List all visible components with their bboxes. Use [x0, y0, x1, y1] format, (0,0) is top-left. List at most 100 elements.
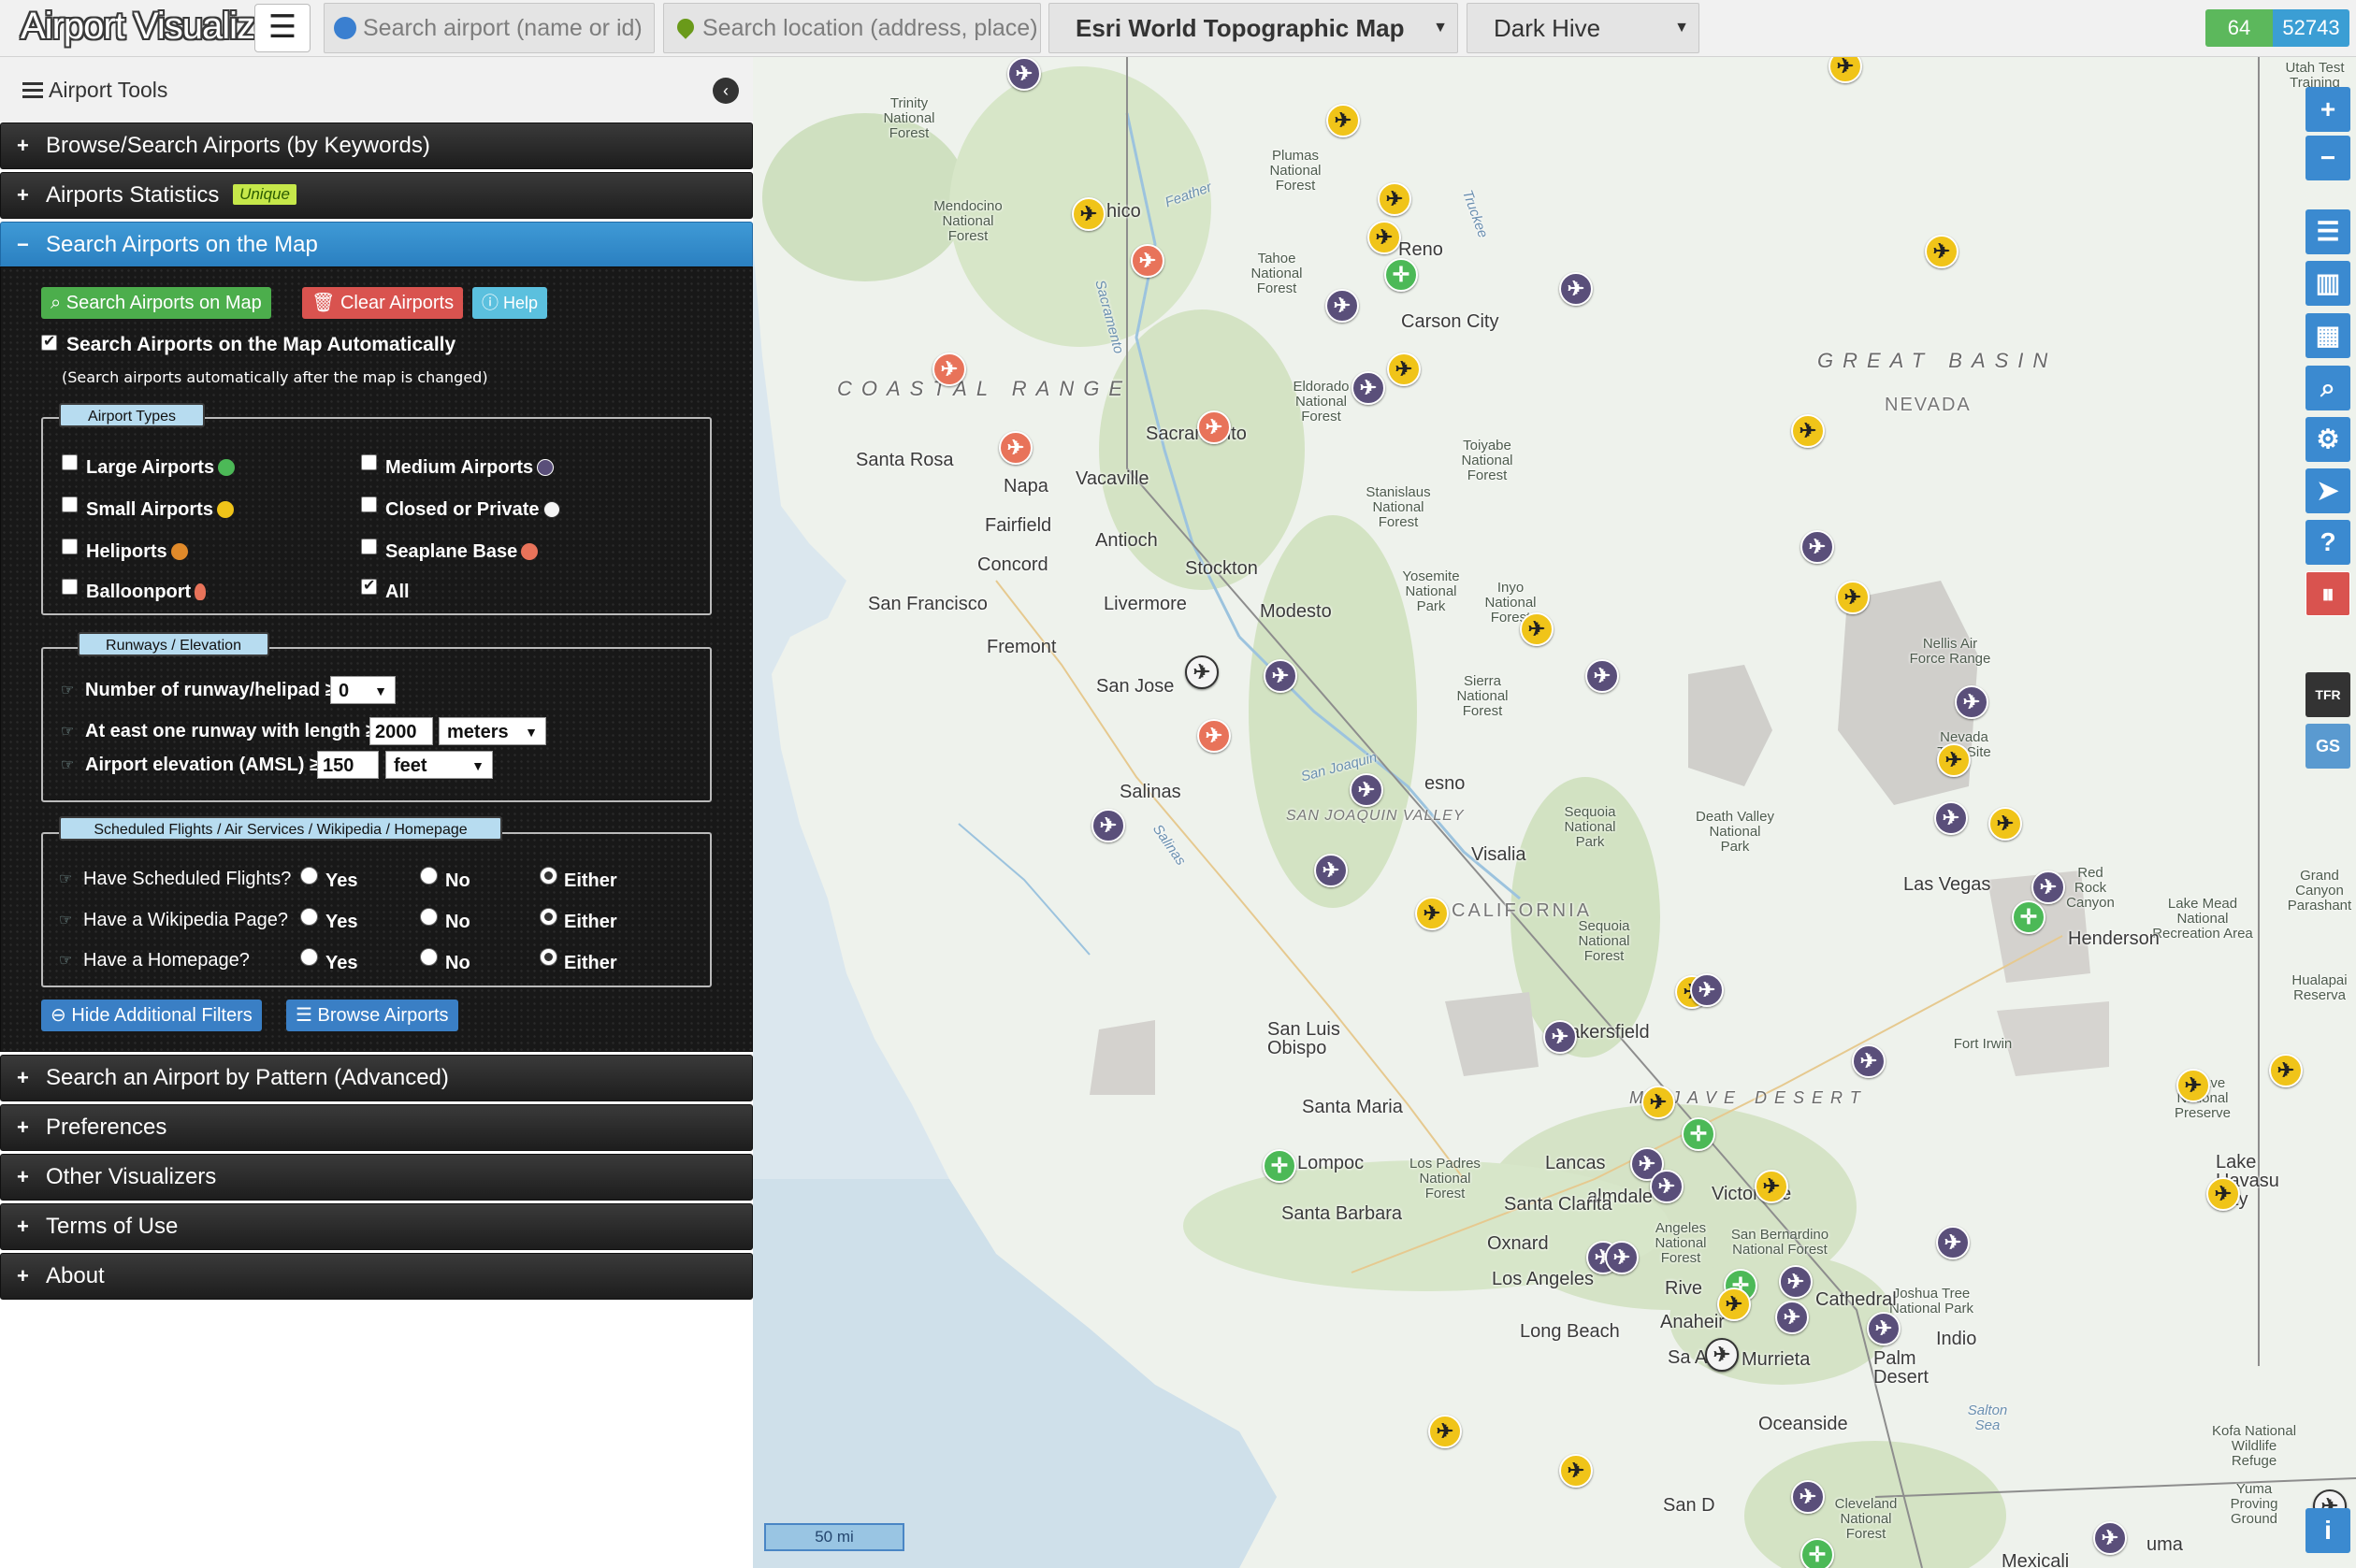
wikipedia-no-radio[interactable] [420, 908, 438, 926]
airport-marker-medium[interactable]: ✈ [1852, 1044, 1886, 1078]
airport-marker-seaplane[interactable]: ✈ [1131, 244, 1164, 278]
airport-marker-medium[interactable]: ✈ [1867, 1312, 1901, 1345]
airport-marker-medium[interactable]: ✈ [1264, 659, 1297, 693]
airport-marker-medium[interactable]: ✈ [1690, 973, 1724, 1007]
section-other-visualizers[interactable]: + Other Visualizers [0, 1154, 753, 1201]
scheduled-flights-no-radio[interactable] [420, 867, 438, 885]
airport-marker-medium[interactable]: ✈ [1936, 1226, 1970, 1259]
airport-marker-medium[interactable]: ✈ [1791, 1480, 1825, 1514]
airport-marker-small[interactable]: ✈ [1755, 1170, 1788, 1203]
navigation-arrow-icon[interactable]: ➤ [2305, 468, 2350, 513]
airport-marker-large[interactable]: ✛ [2012, 900, 2045, 934]
medium-airports-checkbox[interactable] [361, 454, 377, 470]
bar-chart-icon[interactable]: ▥ [2305, 261, 2350, 306]
clear-airports-button[interactable]: 🗑 Clear Airports [302, 287, 464, 319]
airport-marker-small[interactable]: ✈ [1520, 612, 1554, 646]
airport-marker-medium[interactable]: ✈ [1325, 289, 1359, 323]
airport-marker-small[interactable]: ✈ [2269, 1054, 2303, 1087]
scheduled-flights-yes-radio[interactable] [300, 867, 318, 885]
airport-marker-small[interactable]: ✈ [1988, 807, 2022, 841]
zoom-in-button[interactable]: + [2305, 87, 2350, 132]
airport-marker-large[interactable]: ✛ [1682, 1117, 1715, 1151]
airport-marker-medium[interactable]: ✈ [1800, 530, 1834, 564]
airport-marker-small[interactable]: ✈ [1925, 235, 1959, 268]
map-view[interactable]: COASTAL RANGE GREAT BASIN NEVADA CALIFOR… [753, 57, 2356, 1568]
balloonport-checkbox[interactable] [62, 579, 78, 595]
section-statistics[interactable]: + Airports Statistics Unique [0, 172, 753, 219]
homepage-either-radio[interactable] [540, 948, 557, 966]
runway-count-select[interactable]: 0 ▼ [330, 676, 396, 704]
airport-marker-medium[interactable]: ✈ [1955, 685, 1988, 719]
airport-marker-closed[interactable]: ✈ [1705, 1338, 1739, 1372]
airport-marker-medium[interactable]: ✈ [1605, 1241, 1639, 1274]
airport-marker-seaplane[interactable]: ✈ [1197, 410, 1231, 444]
airport-marker-small[interactable]: ✈ [1072, 197, 1106, 231]
info-icon[interactable]: i [2305, 1508, 2350, 1553]
pause-icon[interactable]: ⏸ [2305, 571, 2350, 616]
runway-length-input[interactable]: 2000 [369, 717, 433, 745]
homepage-yes-radio[interactable] [300, 948, 318, 966]
airport-marker-large[interactable]: ✛ [1263, 1149, 1296, 1183]
airport-marker-small[interactable]: ✈ [1378, 182, 1411, 216]
airport-marker-medium[interactable]: ✈ [1007, 57, 1041, 91]
airport-marker-medium[interactable]: ✈ [1314, 854, 1348, 887]
scheduled-flights-either-radio[interactable] [540, 867, 557, 885]
airport-marker-small[interactable]: ✈ [1428, 1415, 1462, 1448]
auto-search-checkbox[interactable] [41, 332, 57, 351]
section-preferences[interactable]: + Preferences [0, 1104, 753, 1151]
airport-marker-medium[interactable]: ✈ [1775, 1301, 1809, 1334]
section-search-on-map[interactable]: − Search Airports on the Map [0, 222, 753, 268]
airport-marker-medium[interactable]: ✈ [2093, 1521, 2127, 1555]
airport-marker-medium[interactable]: ✈ [1585, 659, 1619, 693]
collapse-sidebar-icon[interactable]: ‹ [713, 78, 739, 104]
gs-icon[interactable]: GS [2305, 724, 2350, 769]
airport-marker-small[interactable]: ✈ [1387, 352, 1421, 386]
theme-select[interactable]: Dark Hive ▼ [1467, 3, 1699, 53]
help-button[interactable]: ⓘ Help [472, 287, 548, 319]
search-airports-on-map-button[interactable]: ⌕ Search Airports on Map [41, 287, 271, 319]
airport-marker-small[interactable]: ✈ [1836, 581, 1870, 614]
airport-marker-small[interactable]: ✈ [1937, 743, 1971, 777]
airport-marker-closed[interactable]: ✈ [1185, 655, 1219, 689]
all-types-checkbox[interactable] [361, 576, 377, 595]
wikipedia-either-radio[interactable] [540, 908, 557, 926]
airport-marker-medium[interactable]: ✈ [2031, 870, 2065, 904]
airport-marker-small[interactable]: ✈ [2176, 1069, 2210, 1102]
tfr-button[interactable]: TFR [2305, 672, 2350, 717]
section-pattern-search[interactable]: + Search an Airport by Pattern (Advanced… [0, 1055, 753, 1101]
heliports-checkbox[interactable] [62, 539, 78, 554]
gear-icon[interactable]: ⚙ [2305, 417, 2350, 462]
airport-marker-medium[interactable]: ✈ [1934, 801, 1968, 835]
airport-marker-large[interactable]: ✛ [1384, 258, 1418, 292]
large-airports-checkbox[interactable] [62, 454, 78, 470]
airport-marker-small[interactable]: ✈ [1791, 414, 1825, 448]
menu-button[interactable]: ☰ [254, 4, 311, 52]
elevation-unit-select[interactable]: feet ▼ [385, 751, 493, 779]
list-icon[interactable]: ☰ [2305, 209, 2350, 254]
section-browse-search[interactable]: + Browse/Search Airports (by Keywords) [0, 122, 753, 169]
airport-marker-medium[interactable]: ✈ [1350, 773, 1383, 807]
airport-marker-medium[interactable]: ✈ [1559, 272, 1593, 306]
airport-marker-small[interactable]: ✈ [1415, 897, 1449, 930]
airport-marker-seaplane[interactable]: ✈ [1197, 719, 1231, 753]
search-airport-input[interactable]: Search airport (name or id) [324, 3, 655, 53]
airport-marker-small[interactable]: ✈ [1367, 221, 1401, 254]
app-title[interactable]: Airport Visualizer [21, 6, 287, 48]
airport-marker-medium[interactable]: ✈ [1543, 1020, 1577, 1054]
airport-marker-small[interactable]: ✈ [2206, 1177, 2240, 1211]
section-terms-of-use[interactable]: + Terms of Use [0, 1203, 753, 1250]
airport-marker-small[interactable]: ✈ [1559, 1454, 1593, 1488]
seaplane-base-checkbox[interactable] [361, 539, 377, 554]
search-location-input[interactable]: Search location (address, place) [663, 3, 1041, 53]
airport-marker-medium[interactable]: ✈ [1779, 1265, 1813, 1299]
homepage-no-radio[interactable] [420, 948, 438, 966]
small-airports-checkbox[interactable] [62, 496, 78, 512]
map-icon[interactable]: ▦ [2305, 313, 2350, 358]
search-icon[interactable]: ⌕ [2305, 366, 2350, 410]
airport-marker-seaplane[interactable]: ✈ [999, 431, 1033, 465]
help-icon[interactable]: ? [2305, 520, 2350, 565]
wikipedia-yes-radio[interactable] [300, 908, 318, 926]
airport-marker-medium[interactable]: ✈ [1091, 809, 1125, 842]
closed-private-checkbox[interactable] [361, 496, 377, 512]
runway-length-unit-select[interactable]: meters ▼ [439, 717, 546, 745]
